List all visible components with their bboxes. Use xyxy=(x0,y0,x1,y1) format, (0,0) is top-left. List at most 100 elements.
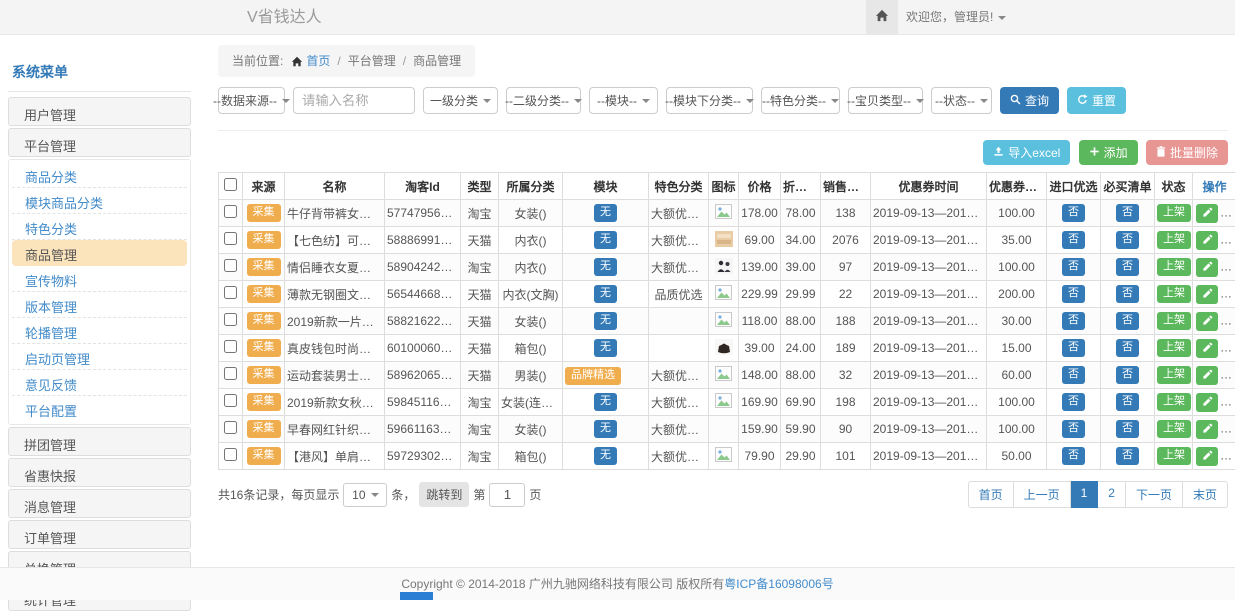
page-button[interactable]: 上一页 xyxy=(1014,481,1071,508)
edit-button[interactable] xyxy=(1196,447,1218,466)
page-button[interactable]: 首页 xyxy=(968,481,1014,508)
sidebar-group[interactable]: 订单管理 xyxy=(8,520,191,549)
row-checkbox[interactable] xyxy=(224,205,237,218)
status-badge[interactable]: 上架 xyxy=(1157,312,1191,330)
edit-button[interactable] xyxy=(1196,258,1218,277)
import-select-badge[interactable]: 否 xyxy=(1062,420,1085,438)
edit-button[interactable] xyxy=(1196,231,1218,250)
import-excel-button[interactable]: 导入excel xyxy=(983,140,1070,165)
status-badge[interactable]: 上架 xyxy=(1157,366,1191,384)
sidebar-group[interactable]: 省惠快报 xyxy=(8,458,191,487)
row-checkbox[interactable] xyxy=(224,421,237,434)
product-category: 内衣() xyxy=(499,254,563,281)
sidebar-group[interactable]: 消息管理 xyxy=(8,489,191,518)
sidebar: 系统菜单 用户管理平台管理商品分类模块商品分类特色分类商品管理宣传物料版本管理轮… xyxy=(8,56,191,613)
import-select-badge[interactable]: 否 xyxy=(1062,231,1085,249)
status-badge[interactable]: 上架 xyxy=(1157,258,1191,276)
must-buy-badge[interactable]: 否 xyxy=(1116,231,1139,249)
add-button[interactable]: 添加 xyxy=(1079,140,1138,165)
filter-select[interactable]: --特色分类-- xyxy=(761,87,840,114)
edit-button[interactable] xyxy=(1196,285,1218,304)
sidebar-item[interactable]: 意见反馈 xyxy=(12,370,187,396)
filter-select[interactable]: --状态-- xyxy=(931,87,992,114)
page-button[interactable]: 1 xyxy=(1071,481,1099,508)
page-button[interactable]: 2 xyxy=(1098,481,1126,508)
batch-delete-button[interactable]: 批量删除 xyxy=(1146,140,1228,165)
sidebar-item[interactable]: 宣传物料 xyxy=(12,266,187,292)
import-select-badge[interactable]: 否 xyxy=(1062,312,1085,330)
row-checkbox[interactable] xyxy=(224,448,237,461)
coupon-amount: 15.00 xyxy=(987,335,1047,362)
select-all-checkbox[interactable] xyxy=(224,178,237,191)
status-badge[interactable]: 上架 xyxy=(1157,339,1191,357)
sidebar-item[interactable]: 特色分类 xyxy=(12,214,187,240)
must-buy-badge[interactable]: 否 xyxy=(1116,420,1139,438)
must-buy-badge[interactable]: 否 xyxy=(1116,285,1139,303)
sidebar-item[interactable]: 商品分类 xyxy=(12,162,187,188)
row-checkbox[interactable] xyxy=(224,394,237,407)
status-badge[interactable]: 上架 xyxy=(1157,285,1191,303)
status-badge[interactable]: 上架 xyxy=(1157,231,1191,249)
row-checkbox[interactable] xyxy=(224,286,237,299)
must-buy-badge[interactable]: 否 xyxy=(1116,393,1139,411)
row-checkbox[interactable] xyxy=(224,367,237,380)
sidebar-group[interactable]: 用户管理 xyxy=(8,97,191,126)
import-select-badge[interactable]: 否 xyxy=(1062,366,1085,384)
edit-button[interactable] xyxy=(1196,420,1218,439)
status-badge[interactable]: 上架 xyxy=(1157,204,1191,222)
actions-cell xyxy=(1193,227,1235,254)
name-search-input[interactable] xyxy=(293,87,415,114)
must-buy-badge[interactable]: 否 xyxy=(1116,447,1139,465)
status-badge[interactable]: 上架 xyxy=(1157,447,1191,465)
reset-button[interactable]: 重置 xyxy=(1067,87,1126,114)
sidebar-item[interactable]: 版本管理 xyxy=(12,292,187,318)
actions-cell xyxy=(1193,389,1235,416)
row-checkbox[interactable] xyxy=(224,232,237,245)
edit-button[interactable] xyxy=(1196,312,1218,331)
product-type: 天猫 xyxy=(461,227,499,254)
jump-button[interactable]: 跳转到 xyxy=(419,482,469,507)
sidebar-item[interactable]: 启动页管理 xyxy=(12,344,187,370)
must-buy-badge[interactable]: 否 xyxy=(1116,366,1139,384)
row-checkbox[interactable] xyxy=(224,259,237,272)
home-button[interactable] xyxy=(866,0,898,34)
edit-button[interactable] xyxy=(1196,366,1218,385)
edit-button[interactable] xyxy=(1196,339,1218,358)
page-button[interactable]: 下一页 xyxy=(1126,481,1183,508)
sidebar-item[interactable]: 平台配置 xyxy=(12,396,187,422)
filter-select[interactable]: --模块-- xyxy=(589,87,658,114)
sidebar-item[interactable]: 轮播管理 xyxy=(12,318,187,344)
row-checkbox[interactable] xyxy=(224,340,237,353)
sidebar-group[interactable]: 平台管理 xyxy=(8,128,191,157)
import-select-badge[interactable]: 否 xyxy=(1062,204,1085,222)
import-select-badge[interactable]: 否 xyxy=(1062,447,1085,465)
icp-link[interactable]: 粤ICP备16098006号 xyxy=(724,577,833,591)
sidebar-item[interactable]: 模块商品分类 xyxy=(12,188,187,214)
import-select-badge[interactable]: 否 xyxy=(1062,339,1085,357)
page-button[interactable]: 末页 xyxy=(1183,481,1228,508)
must-buy-badge[interactable]: 否 xyxy=(1116,204,1139,222)
import-select-badge[interactable]: 否 xyxy=(1062,285,1085,303)
user-menu[interactable]: 欢迎您，管理员! xyxy=(906,0,1006,35)
sidebar-group[interactable]: 拼团管理 xyxy=(8,427,191,456)
row-checkbox[interactable] xyxy=(224,313,237,326)
breadcrumb-home-link[interactable]: 首页 xyxy=(306,54,330,68)
per-page-select[interactable]: 10 xyxy=(343,483,387,507)
filter-select[interactable]: 一级分类 xyxy=(423,87,498,114)
filter-select[interactable]: --二级分类-- xyxy=(506,87,581,114)
edit-button[interactable] xyxy=(1196,204,1218,223)
page-number-input[interactable] xyxy=(489,483,525,507)
sidebar-item[interactable]: 商品管理 xyxy=(12,240,187,266)
search-button[interactable]: 查询 xyxy=(1000,87,1059,114)
filter-select[interactable]: --数据来源-- xyxy=(218,87,285,114)
import-select-badge[interactable]: 否 xyxy=(1062,393,1085,411)
import-select-badge[interactable]: 否 xyxy=(1062,258,1085,276)
must-buy-badge[interactable]: 否 xyxy=(1116,258,1139,276)
must-buy-badge[interactable]: 否 xyxy=(1116,312,1139,330)
filter-select[interactable]: --模块下分类-- xyxy=(666,87,753,114)
status-badge[interactable]: 上架 xyxy=(1157,393,1191,411)
filter-select[interactable]: --宝贝类型-- xyxy=(848,87,923,114)
must-buy-badge[interactable]: 否 xyxy=(1116,339,1139,357)
status-badge[interactable]: 上架 xyxy=(1157,420,1191,438)
edit-button[interactable] xyxy=(1196,393,1218,412)
